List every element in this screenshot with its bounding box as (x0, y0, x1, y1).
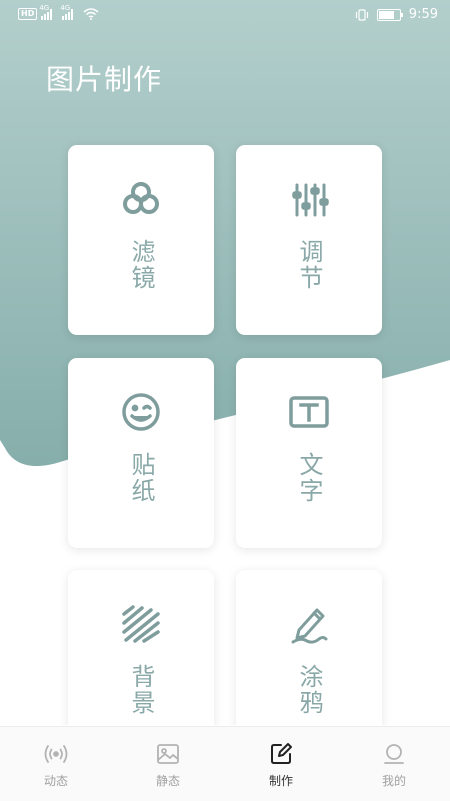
tool-card-text[interactable]: 文字 (236, 358, 382, 548)
tool-card-filter[interactable]: 滤镜 (68, 145, 214, 335)
tool-label: 调节 (295, 239, 323, 291)
tool-label: 文字 (295, 452, 323, 504)
tool-card-doodle[interactable]: 涂鸦 (236, 570, 382, 725)
tool-grid: 滤镜 调节 贴纸 文字 背景 涂鸦 (0, 0, 450, 725)
tool-label: 涂鸦 (295, 664, 323, 716)
stripes-icon (121, 604, 161, 644)
tool-card-sticker[interactable]: 贴纸 (68, 358, 214, 548)
edit-icon (268, 741, 294, 767)
tab-label: 我的 (381, 774, 406, 788)
tool-label: 滤镜 (127, 239, 155, 291)
bottom-tab-bar: 动态 静态 制作 我的 (0, 726, 450, 801)
tab-make[interactable]: 制作 (225, 727, 337, 801)
sliders-icon (289, 179, 329, 219)
broadcast-icon (43, 741, 69, 767)
tool-card-background[interactable]: 背景 (68, 570, 214, 725)
tab-label: 动态 (43, 774, 68, 788)
tab-dynamic[interactable]: 动态 (0, 727, 112, 801)
sticker-face-icon (121, 392, 161, 432)
filter-circles-icon (121, 179, 161, 219)
tab-mine[interactable]: 我的 (338, 727, 450, 801)
tab-static[interactable]: 静态 (112, 727, 224, 801)
image-icon (155, 741, 181, 767)
tool-label: 贴纸 (127, 452, 155, 504)
tool-card-adjust[interactable]: 调节 (236, 145, 382, 335)
tab-label: 静态 (155, 774, 180, 788)
pen-scribble-icon (289, 604, 329, 644)
text-frame-icon (289, 392, 329, 432)
tab-label: 制作 (268, 774, 293, 788)
tool-label: 背景 (127, 664, 155, 716)
profile-icon (381, 741, 407, 767)
